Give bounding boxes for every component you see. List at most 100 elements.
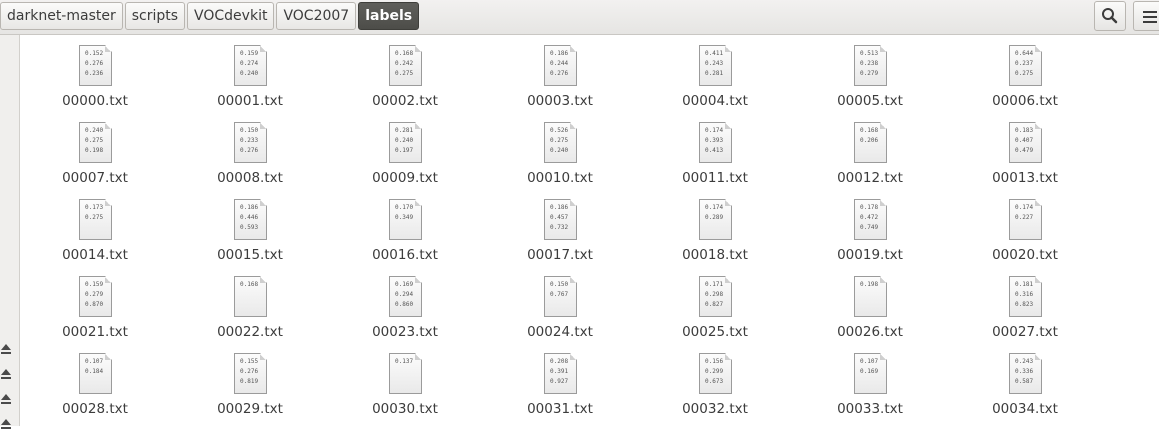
text-file-icon: 0.107 0.184 — [79, 353, 112, 394]
preview-line: 0.823 — [1015, 301, 1034, 308]
eject-icon[interactable] — [0, 369, 12, 381]
file-name: 00031.txt — [527, 401, 593, 417]
breadcrumb-darknet-master[interactable]: darknet-master — [0, 2, 123, 30]
file-item[interactable]: 0.513 0.238 0.279 00005.txt — [795, 35, 945, 111]
file-name: 00003.txt — [527, 93, 593, 109]
file-preview: 0.186 0.446 0.593 — [240, 203, 258, 233]
file-item[interactable]: 0.173 0.275 00014.txt — [20, 189, 170, 265]
file-name: 00001.txt — [217, 93, 283, 109]
preview-line: 0.198 — [85, 147, 104, 154]
preview-line: 0.197 — [395, 147, 414, 154]
file-item[interactable]: 0.171 0.298 0.827 00025.txt — [640, 266, 790, 342]
preview-line: 0.236 — [85, 70, 104, 77]
eject-icon[interactable] — [0, 344, 12, 356]
breadcrumb-vocdevkit[interactable]: VOCdevkit — [187, 2, 275, 30]
preview-line: 0.240 — [240, 70, 259, 77]
file-item[interactable]: 0.411 0.243 0.281 00004.txt — [640, 35, 790, 111]
preview-line: 0.279 — [860, 70, 879, 77]
text-file-icon: 0.173 0.275 — [79, 199, 112, 240]
file-preview: 0.170 0.349 — [395, 203, 413, 223]
preview-line: 0.294 — [395, 291, 414, 298]
file-item[interactable]: 0.178 0.472 0.749 00019.txt — [795, 189, 945, 265]
file-preview: 0.107 0.184 — [85, 357, 103, 377]
file-preview: 0.644 0.237 0.275 — [1015, 49, 1033, 79]
preview-line: 0.183 — [1015, 127, 1034, 134]
preview-line: 0.732 — [550, 224, 569, 231]
file-item[interactable]: 0.137 00030.txt — [330, 343, 480, 419]
preview-line: 0.240 — [395, 137, 414, 144]
text-file-icon: 0.169 0.294 0.860 — [389, 276, 422, 317]
file-preview: 0.243 0.336 0.587 — [1015, 357, 1033, 387]
file-preview: 0.171 0.298 0.827 — [705, 280, 723, 310]
preview-line: 0.186 — [550, 50, 569, 57]
file-name: 00013.txt — [992, 170, 1058, 186]
breadcrumb-labels[interactable]: labels — [358, 2, 420, 30]
file-item[interactable]: 0.169 0.294 0.860 00023.txt — [330, 266, 480, 342]
file-item[interactable]: 0.170 0.349 00016.txt — [330, 189, 480, 265]
file-item[interactable]: 0.644 0.237 0.275 00006.txt — [950, 35, 1100, 111]
file-item[interactable]: 0.240 0.275 0.198 00007.txt — [20, 112, 170, 188]
file-preview: 0.152 0.276 0.236 — [85, 49, 103, 79]
file-item[interactable]: 0.174 0.227 00020.txt — [950, 189, 1100, 265]
file-item[interactable]: 0.183 0.407 0.479 00013.txt — [950, 112, 1100, 188]
text-file-icon: 0.171 0.298 0.827 — [699, 276, 732, 317]
text-file-icon: 0.186 0.244 0.276 — [544, 45, 577, 86]
file-item[interactable]: 0.186 0.446 0.593 00015.txt — [175, 189, 325, 265]
eject-icon[interactable] — [0, 394, 12, 406]
preview-line: 0.526 — [550, 127, 569, 134]
file-item[interactable]: 0.186 0.457 0.732 00017.txt — [485, 189, 635, 265]
preview-line: 0.174 — [705, 204, 724, 211]
preview-line: 0.274 — [240, 60, 259, 67]
menu-button[interactable] — [1133, 1, 1159, 31]
file-item[interactable]: 0.174 0.289 00018.txt — [640, 189, 790, 265]
preview-line: 0.208 — [550, 358, 569, 365]
preview-line: 0.446 — [240, 214, 259, 221]
preview-line: 0.174 — [705, 127, 724, 134]
file-item[interactable]: 0.159 0.279 0.870 00021.txt — [20, 266, 170, 342]
text-file-icon: 0.526 0.275 0.240 — [544, 122, 577, 163]
file-preview: 0.137 — [395, 357, 413, 367]
file-item[interactable]: 0.107 0.169 00033.txt — [795, 343, 945, 419]
file-item[interactable]: 0.243 0.336 0.587 00034.txt — [950, 343, 1100, 419]
breadcrumb-scripts[interactable]: scripts — [124, 2, 186, 30]
file-item[interactable]: 0.208 0.391 0.927 00031.txt — [485, 343, 635, 419]
file-item[interactable]: 0.159 0.274 0.240 00001.txt — [175, 35, 325, 111]
text-file-icon: 0.155 0.276 0.819 — [234, 353, 267, 394]
preview-line: 0.168 — [395, 50, 414, 57]
file-item[interactable]: 0.168 0.242 0.275 00002.txt — [330, 35, 480, 111]
file-name: 00016.txt — [372, 247, 438, 263]
file-name: 00034.txt — [992, 401, 1058, 417]
file-item[interactable]: 0.186 0.244 0.276 00003.txt — [485, 35, 635, 111]
file-name: 00007.txt — [62, 170, 128, 186]
file-item[interactable]: 0.174 0.393 0.413 00011.txt — [640, 112, 790, 188]
file-item[interactable]: 0.156 0.299 0.673 00032.txt — [640, 343, 790, 419]
text-file-icon: 0.159 0.274 0.240 — [234, 45, 267, 86]
file-preview: 0.159 0.279 0.870 — [85, 280, 103, 310]
file-preview: 0.156 0.299 0.673 — [705, 357, 723, 387]
file-item[interactable]: 0.168 00022.txt — [175, 266, 325, 342]
file-preview: 0.208 0.391 0.927 — [550, 357, 568, 387]
breadcrumb-voc2007[interactable]: VOC2007 — [276, 2, 357, 30]
file-item[interactable]: 0.198 00026.txt — [795, 266, 945, 342]
file-item[interactable]: 0.526 0.275 0.240 00010.txt — [485, 112, 635, 188]
file-item[interactable]: 0.155 0.276 0.819 00029.txt — [175, 343, 325, 419]
preview-line: 0.749 — [860, 224, 879, 231]
file-name: 00033.txt — [837, 401, 903, 417]
preview-line: 0.159 — [85, 281, 104, 288]
preview-line: 0.242 — [395, 60, 414, 67]
file-item[interactable]: 0.150 0.233 0.276 00008.txt — [175, 112, 325, 188]
file-item[interactable]: 0.152 0.276 0.236 00000.txt — [20, 35, 170, 111]
file-item[interactable]: 0.168 0.206 00012.txt — [795, 112, 945, 188]
file-item[interactable]: 0.107 0.184 00028.txt — [20, 343, 170, 419]
file-name: 00026.txt — [837, 324, 903, 340]
file-item[interactable]: 0.281 0.240 0.197 00009.txt — [330, 112, 480, 188]
file-item[interactable]: 0.181 0.316 0.823 00027.txt — [950, 266, 1100, 342]
file-preview: 0.186 0.457 0.732 — [550, 203, 568, 233]
file-name: 00017.txt — [527, 247, 593, 263]
file-item[interactable]: 0.150 0.767 00024.txt — [485, 266, 635, 342]
search-button[interactable] — [1094, 1, 1126, 31]
preview-line: 0.150 — [240, 127, 259, 134]
eject-icon[interactable] — [0, 419, 12, 431]
file-name: 00010.txt — [527, 170, 593, 186]
text-file-icon: 0.174 0.289 — [699, 199, 732, 240]
